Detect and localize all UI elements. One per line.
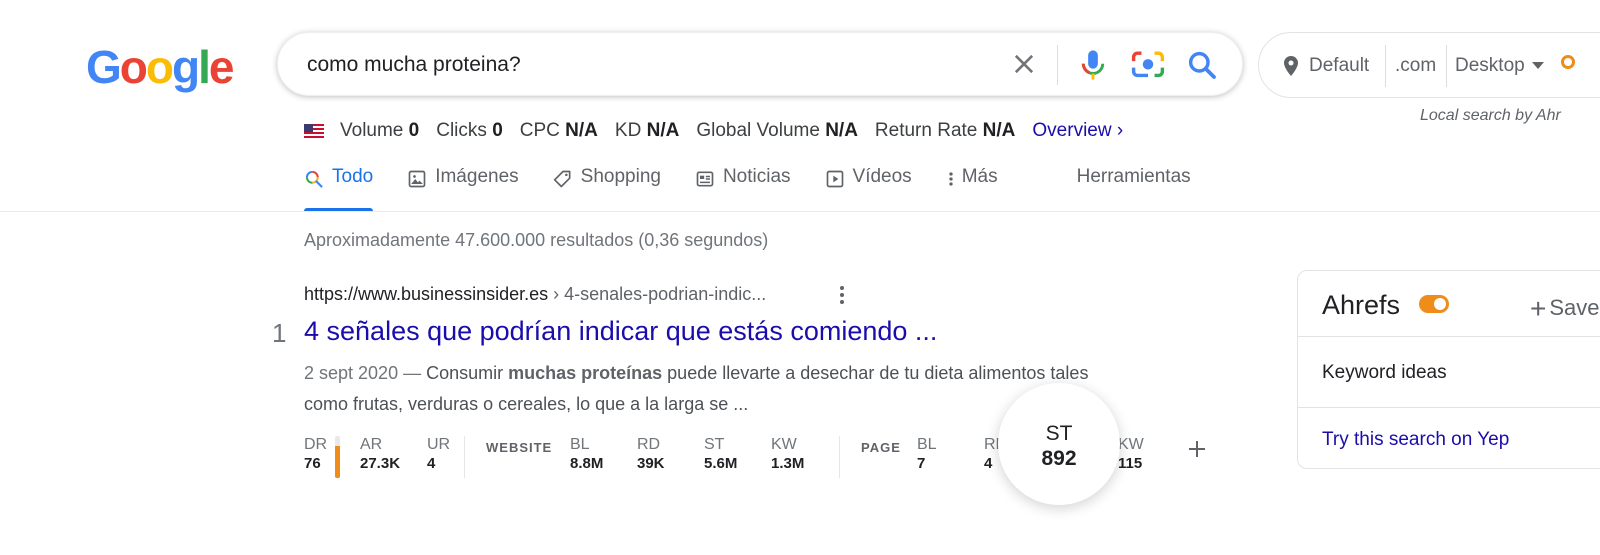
logo-letter: g bbox=[172, 41, 200, 93]
microphone-icon[interactable] bbox=[1078, 48, 1108, 82]
result-url[interactable]: https://www.businessinsider.es › 4-senal… bbox=[304, 284, 766, 305]
plus-icon: + bbox=[1530, 293, 1547, 324]
close-icon[interactable] bbox=[1010, 50, 1038, 78]
search-divider bbox=[1057, 45, 1058, 85]
logo-letter: l bbox=[198, 41, 211, 93]
metric-global-volume: Global Volume N/A bbox=[696, 120, 858, 141]
tab-todo[interactable]: Todo bbox=[304, 166, 374, 212]
metric-ur[interactable]: UR 4 bbox=[427, 436, 450, 472]
domain-selector[interactable]: .com bbox=[1395, 55, 1436, 77]
keyword-metrics-bar: Volume 0 Clicks 0 CPC N/A KD N/A Global … bbox=[304, 120, 1123, 142]
website-label: WEBSITE bbox=[486, 440, 553, 455]
result-number: 1 bbox=[272, 318, 287, 348]
tab-videos[interactable]: Vídeos bbox=[825, 166, 912, 212]
tab-noticias[interactable]: Noticias bbox=[695, 166, 791, 212]
bubble-value: 892 bbox=[1041, 447, 1077, 470]
metric-kd: KD N/A bbox=[614, 120, 680, 141]
image-icon bbox=[408, 170, 426, 188]
plus-icon[interactable] bbox=[1186, 438, 1208, 460]
tag-icon bbox=[553, 170, 571, 188]
camera-lens-icon[interactable] bbox=[1131, 49, 1165, 81]
tab-label: Shopping bbox=[580, 166, 661, 187]
logo-letter: G bbox=[86, 41, 122, 93]
metric-volume: Volume 0 bbox=[340, 120, 420, 141]
divider bbox=[839, 436, 840, 478]
search-icon[interactable] bbox=[1186, 49, 1218, 81]
more-vertical-icon bbox=[949, 172, 953, 186]
overview-link[interactable]: Overview › bbox=[1032, 120, 1123, 142]
st-metric-bubble: ST 892 bbox=[998, 383, 1120, 505]
tab-mas[interactable]: Más bbox=[946, 166, 998, 212]
ahrefs-status-icon bbox=[1561, 55, 1575, 69]
result-path: › 4-senales-podrian-indic... bbox=[548, 284, 767, 304]
logo-letter: o bbox=[119, 41, 148, 93]
save-button[interactable]: + Save bbox=[1530, 293, 1600, 325]
google-logo[interactable]: Google bbox=[86, 40, 235, 94]
search-tabs: Todo Imágenes Shopping Noticias Vídeos M… bbox=[304, 166, 1225, 212]
metric-dr[interactable]: DR 76 bbox=[304, 436, 327, 472]
tab-label: Todo bbox=[332, 166, 374, 187]
search-box[interactable]: como mucha proteina? bbox=[277, 32, 1243, 96]
metric-website-st[interactable]: ST 5.6M bbox=[704, 436, 737, 472]
tab-shopping[interactable]: Shopping bbox=[553, 166, 661, 212]
result-title-link[interactable]: 4 señales que podrían indicar que estás … bbox=[304, 316, 937, 347]
header-divider bbox=[0, 211, 1600, 212]
try-yep-link[interactable]: Try this search on Yep bbox=[1322, 429, 1509, 451]
search-input[interactable]: como mucha proteina? bbox=[307, 53, 521, 77]
play-icon bbox=[826, 170, 843, 188]
metric-return-rate: Return Rate N/A bbox=[874, 120, 1016, 141]
page-label: PAGE bbox=[861, 440, 901, 455]
metric-website-kw[interactable]: KW 1.3M bbox=[771, 436, 804, 472]
tab-label: Vídeos bbox=[852, 166, 912, 187]
ahrefs-side-panel: Ahrefs + Save Keyword ideas Try this sear… bbox=[1297, 270, 1600, 469]
metric-website-bl[interactable]: BL 8.8M bbox=[570, 436, 603, 472]
logo-letter: o bbox=[145, 41, 174, 93]
us-flag-icon bbox=[304, 124, 324, 138]
tab-label: Más bbox=[961, 166, 998, 187]
result-domain: https://www.businessinsider.es bbox=[304, 284, 549, 304]
divider bbox=[1446, 45, 1447, 87]
chevron-down-icon bbox=[1532, 62, 1544, 69]
metric-cpc: CPC N/A bbox=[519, 120, 598, 141]
more-vertical-icon[interactable] bbox=[838, 285, 846, 305]
panel-title: Ahrefs bbox=[1322, 290, 1401, 320]
tab-label: Noticias bbox=[722, 166, 791, 187]
logo-letter: e bbox=[208, 41, 235, 93]
metric-ar[interactable]: AR 27.3K bbox=[360, 436, 400, 472]
result-stats: Aproximadamente 47.600.000 resultados (0… bbox=[304, 230, 769, 250]
result-date: 2 sept 2020 — bbox=[304, 363, 427, 383]
metric-website-rd[interactable]: RD 39K bbox=[637, 436, 665, 472]
tab-label: Imágenes bbox=[435, 166, 519, 187]
local-search-note: Local search by Ahr bbox=[1420, 107, 1561, 124]
ahrefs-toggle[interactable] bbox=[1419, 295, 1449, 313]
location-pin-icon bbox=[1284, 56, 1298, 76]
tab-imagenes[interactable]: Imágenes bbox=[407, 166, 519, 212]
tab-label: Herramientas bbox=[1076, 166, 1191, 187]
metric-clicks: Clicks 0 bbox=[436, 120, 503, 141]
divider bbox=[1298, 336, 1600, 337]
search-icon bbox=[305, 170, 323, 188]
divider bbox=[1385, 45, 1386, 87]
location-default[interactable]: Default bbox=[1309, 55, 1369, 77]
device-selector[interactable]: Desktop bbox=[1455, 55, 1525, 77]
bubble-label: ST bbox=[1045, 422, 1073, 445]
dr-bar bbox=[335, 436, 340, 478]
metric-page-kw[interactable]: KW 115 bbox=[1118, 436, 1144, 472]
tab-herramientas[interactable]: Herramientas bbox=[1077, 166, 1191, 212]
ahrefs-location-selector[interactable]: Default .com Desktop bbox=[1258, 32, 1600, 98]
metric-page-bl[interactable]: BL 7 bbox=[917, 436, 937, 472]
newspaper-icon bbox=[696, 171, 714, 187]
keyword-ideas-item[interactable]: Keyword ideas bbox=[1322, 362, 1447, 384]
divider bbox=[1298, 407, 1600, 408]
divider bbox=[464, 436, 465, 478]
